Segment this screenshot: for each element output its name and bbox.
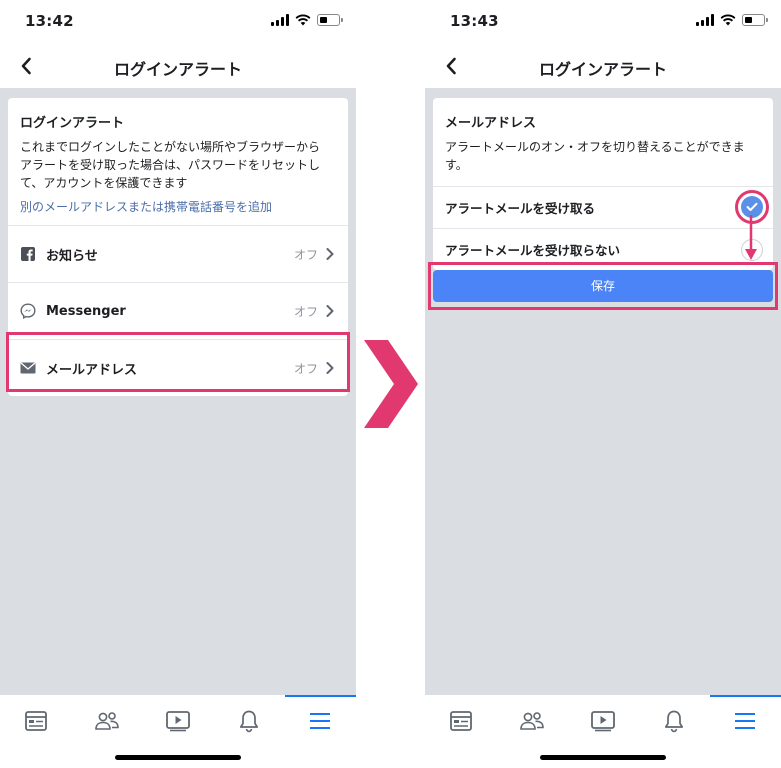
info-line-2: す。	[445, 158, 468, 172]
wifi-icon	[295, 14, 311, 26]
highlight-save-button	[428, 262, 778, 310]
signal-icon	[271, 14, 289, 26]
status-time: 13:43	[450, 12, 499, 30]
info-line-3: て、アカウントを保護できます	[20, 176, 188, 190]
right-phone-screen: 13:43 ログインアラート メールアドレス アラートメールのオン・オフを切り替…	[425, 0, 781, 768]
messenger-icon	[20, 303, 36, 319]
email-alert-card: メールアドレス アラートメールのオン・オフを切り替えることができま す。 アラー…	[433, 98, 773, 270]
status-icons	[696, 14, 768, 26]
row-label: お知らせ	[46, 248, 98, 264]
info-line-1: これまでログインしたことがない場所やブラウザーから	[20, 140, 321, 154]
option-receive-alerts[interactable]: アラートメールを受け取る	[433, 186, 773, 228]
watch-icon[interactable]	[142, 703, 213, 739]
nav-bar: ログインアラート	[0, 44, 356, 88]
battery-icon	[317, 14, 343, 26]
chevron-right-icon	[326, 304, 336, 318]
info-section: メールアドレス アラートメールのオン・オフを切り替えることができま す。	[433, 98, 773, 186]
menu-icon[interactable]	[284, 695, 356, 739]
row-status: オフ	[293, 304, 318, 319]
signal-icon	[696, 14, 714, 26]
info-title: メールアドレス	[445, 116, 537, 131]
page-title: ログインアラート	[113, 60, 242, 79]
friends-icon[interactable]	[71, 703, 142, 739]
arrow-down-icon	[745, 215, 757, 260]
email-settings-content: メールアドレス アラートメールのオン・オフを切り替えることができま す。 アラー…	[425, 88, 781, 695]
nav-bar: ログインアラート	[425, 44, 781, 88]
row-messenger[interactable]: Messenger オフ	[8, 282, 348, 339]
option-label: アラートメールを受け取らない	[445, 243, 621, 258]
friends-icon[interactable]	[496, 703, 567, 739]
info-line-2: アラートを受け取った場合は、パスワードをリセットし	[20, 158, 321, 172]
notifications-icon[interactable]	[639, 703, 710, 739]
row-label: Messenger	[46, 303, 126, 319]
battery-icon	[742, 14, 768, 26]
status-icons	[271, 14, 343, 26]
info-description: これまでログインしたことがない場所やブラウザーから アラートを受け取った場合は、…	[20, 138, 336, 192]
info-section: ログインアラート これまでログインしたことがない場所やブラウザーから アラートを…	[8, 98, 348, 225]
row-status: オフ	[293, 247, 318, 262]
row-notifications[interactable]: お知らせ オフ	[8, 225, 348, 282]
wifi-icon	[720, 14, 736, 26]
status-bar: 13:43	[425, 0, 781, 44]
add-contact-link[interactable]: 別のメールアドレスまたは携帯電話番号を追加	[20, 198, 336, 215]
tab-bar	[0, 695, 356, 768]
home-indicator[interactable]	[115, 755, 241, 760]
watch-icon[interactable]	[567, 703, 638, 739]
home-indicator[interactable]	[540, 755, 666, 760]
news-feed-icon[interactable]	[425, 703, 496, 739]
tab-bar	[425, 695, 781, 768]
step-arrow-icon	[364, 340, 418, 428]
chevron-right-icon	[326, 247, 336, 261]
info-title: ログインアラート	[20, 116, 125, 131]
page-title: ログインアラート	[538, 60, 667, 79]
info-description: アラートメールのオン・オフを切り替えることができま す。	[445, 138, 761, 174]
news-feed-icon[interactable]	[0, 703, 71, 739]
notifications-icon[interactable]	[214, 703, 285, 739]
option-label: アラートメールを受け取る	[445, 201, 596, 216]
status-bar: 13:42	[0, 0, 356, 44]
status-time: 13:42	[25, 12, 74, 30]
info-line-1: アラートメールのオン・オフを切り替えることができま	[445, 140, 745, 154]
facebook-icon	[20, 246, 36, 262]
highlight-email-row	[6, 332, 350, 392]
menu-icon[interactable]	[709, 695, 781, 739]
